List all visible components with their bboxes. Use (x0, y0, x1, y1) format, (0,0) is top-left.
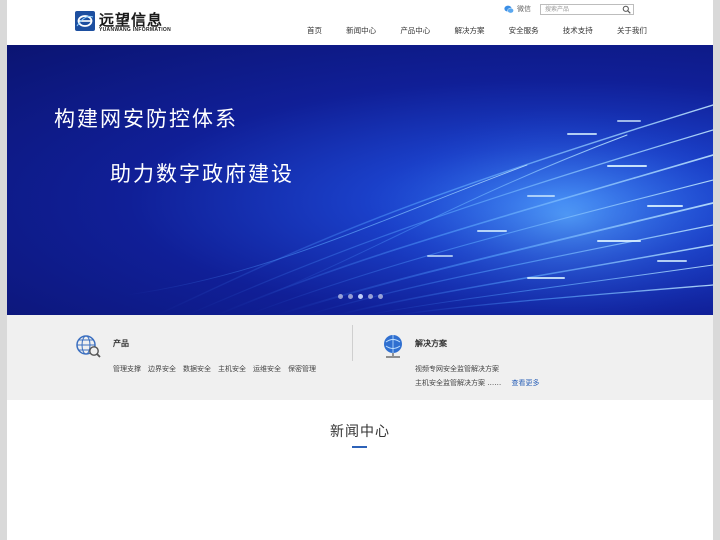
product-link[interactable]: 保密管理 (288, 364, 316, 374)
nav-products[interactable]: 产品中心 (400, 25, 430, 36)
product-link[interactable]: 管理支撑 (113, 364, 141, 374)
view-more-link[interactable]: 查看更多 (511, 379, 539, 387)
logo-subtext: YUANWANG INFORMATION (99, 27, 172, 33)
search-icon[interactable] (622, 5, 631, 14)
globe-search-icon (76, 335, 101, 358)
wechat-label: 微信 (517, 5, 531, 13)
product-link[interactable]: 运维安全 (253, 364, 281, 374)
section-divider (352, 325, 353, 361)
nav-about-us[interactable]: 关于我们 (617, 25, 647, 36)
logo[interactable]: 远望信息 YUANWANG INFORMATION (75, 11, 175, 35)
solutions-title: 解决方案 (415, 339, 447, 348)
page: 远望信息 YUANWANG INFORMATION 微信 首页 新闻中心 产品中… (7, 0, 713, 540)
nav-home[interactable]: 首页 (307, 25, 322, 36)
carousel-dot-active[interactable] (358, 294, 363, 299)
feature-strip: 产品 管理支撑 边界安全 数据安全 主机安全 运维安全 保密管理 解决方案 视频… (7, 315, 713, 400)
news-section-title: 新闻中心 (330, 424, 390, 440)
search-box (540, 4, 634, 15)
product-link[interactable]: 主机安全 (218, 364, 246, 374)
product-link[interactable]: 边界安全 (148, 364, 176, 374)
carousel-dot[interactable] (338, 294, 343, 299)
carousel-dot[interactable] (348, 294, 353, 299)
banner-subheadline: 助力数字政府建设 (110, 162, 294, 186)
search-input[interactable] (543, 5, 625, 14)
hero-banner[interactable]: 构建网安防控体系 助力数字政府建设 (7, 45, 713, 315)
wechat-link[interactable]: 微信 (504, 4, 531, 14)
header: 远望信息 YUANWANG INFORMATION 微信 首页 新闻中心 产品中… (7, 0, 713, 45)
nav-tech-support[interactable]: 技术支持 (563, 25, 593, 36)
nav-news[interactable]: 新闻中心 (346, 25, 376, 36)
carousel-dot[interactable] (368, 294, 373, 299)
carousel-dots (338, 294, 383, 299)
product-link[interactable]: 数据安全 (183, 364, 211, 374)
nav-solutions[interactable]: 解决方案 (454, 25, 484, 36)
solution-link[interactable]: 主机安全监管解决方案 …… (415, 379, 501, 387)
products-title: 产品 (113, 339, 129, 348)
logo-mark-icon (75, 11, 95, 31)
network-globe-icon (384, 335, 402, 358)
product-links: 管理支撑 边界安全 数据安全 主机安全 运维安全 保密管理 (113, 364, 316, 374)
solution-link[interactable]: 视频专网安全监管解决方案 (415, 364, 499, 374)
main-nav: 首页 新闻中心 产品中心 解决方案 安全服务 技术支持 关于我们 (307, 25, 647, 36)
wechat-icon (504, 5, 514, 13)
solution-row: 主机安全监管解决方案 …… 查看更多 (415, 378, 539, 388)
nav-security-services[interactable]: 安全服务 (509, 25, 539, 36)
title-underline (352, 446, 367, 448)
banner-headline: 构建网安防控体系 (54, 107, 238, 131)
carousel-dot[interactable] (378, 294, 383, 299)
